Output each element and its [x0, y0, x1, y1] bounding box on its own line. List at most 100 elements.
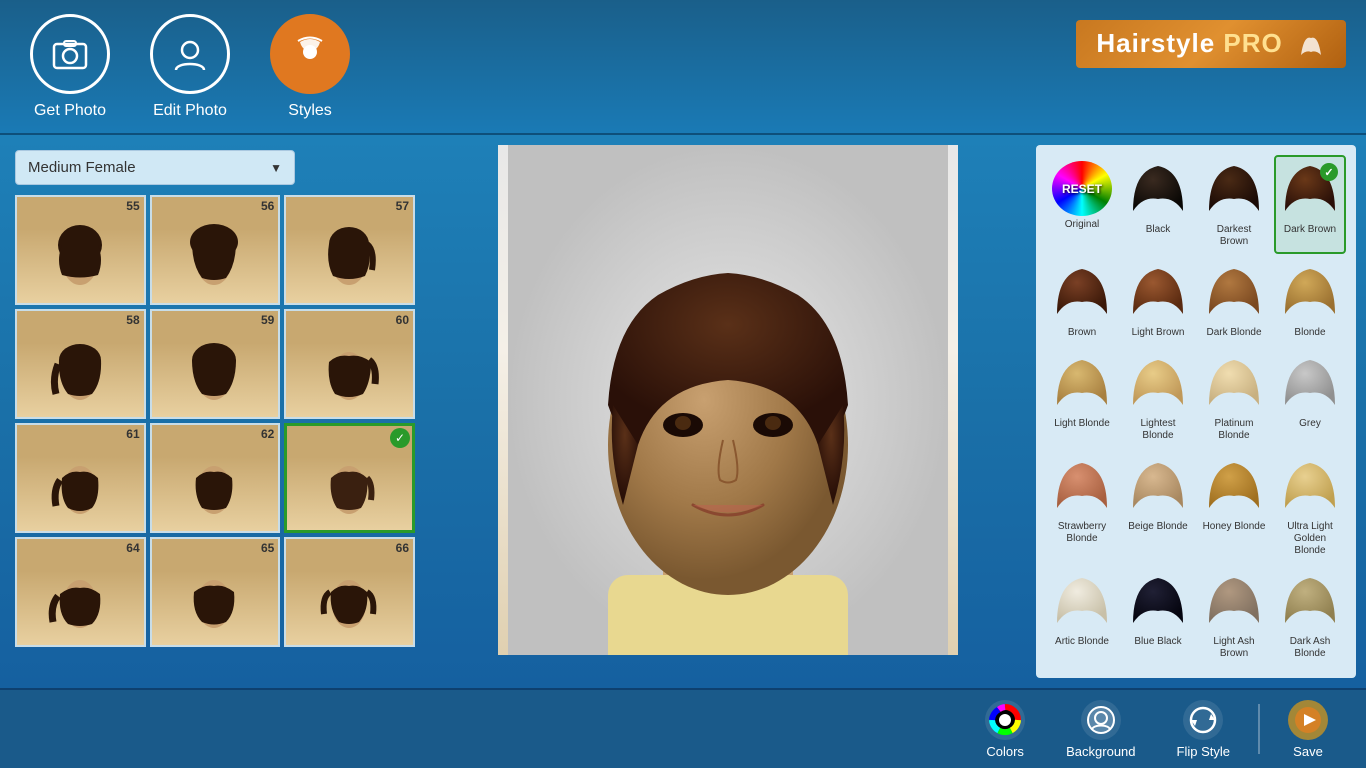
color-swatch-ultra-light-golden-blonde: [1280, 458, 1340, 513]
style-photo-56: [152, 197, 279, 303]
get-photo-icon: [30, 14, 110, 94]
style-item[interactable]: 57: [284, 195, 415, 305]
nav-styles-label: Styles: [288, 102, 332, 120]
color-label-original: Original: [1065, 219, 1099, 231]
header: Get Photo Edit Photo Styles Hairstyle PR…: [0, 0, 1366, 135]
color-item-blonde[interactable]: Blonde: [1274, 258, 1346, 345]
color-label-dark-blonde: Dark Blonde: [1206, 327, 1261, 339]
style-item[interactable]: 60: [284, 309, 415, 419]
style-photo-66: [286, 539, 413, 645]
color-label-black: Black: [1146, 224, 1170, 236]
color-swatch-lightest-blonde: [1128, 355, 1188, 410]
background-icon: [1081, 700, 1121, 740]
style-photo-61: [17, 425, 144, 531]
style-item[interactable]: 56: [150, 195, 281, 305]
styles-icon: [270, 14, 350, 94]
color-item-darkest-brown[interactable]: Darkest Brown: [1198, 155, 1270, 254]
style-item[interactable]: 66: [284, 537, 415, 647]
color-label-beige-blonde: Beige Blonde: [1128, 521, 1188, 533]
color-item-strawberry-blonde[interactable]: Strawberry Blonde: [1046, 452, 1118, 563]
color-label-light-ash-brown: Light Ash Brown: [1202, 636, 1266, 660]
nav-styles[interactable]: Styles: [270, 14, 350, 120]
color-label-light-brown: Light Brown: [1132, 327, 1185, 339]
colors-button-label: Colors: [986, 744, 1024, 759]
selected-check-icon: ✓: [390, 428, 410, 448]
color-item-light-ash-brown[interactable]: Light Ash Brown: [1198, 567, 1270, 666]
color-item-beige-blonde[interactable]: Beige Blonde: [1122, 452, 1194, 563]
face-preview-svg: [508, 145, 948, 655]
color-item-lightest-blonde[interactable]: Lightest Blonde: [1122, 349, 1194, 448]
chevron-down-icon: [270, 159, 282, 176]
color-label-strawberry-blonde: Strawberry Blonde: [1050, 521, 1114, 545]
color-item-light-brown[interactable]: Light Brown: [1122, 258, 1194, 345]
preview-image: [498, 145, 958, 655]
style-photo-55: [17, 197, 144, 303]
style-item[interactable]: 59: [150, 309, 281, 419]
style-item[interactable]: 65: [150, 537, 281, 647]
color-label-brown: Brown: [1068, 327, 1096, 339]
color-label-honey-blonde: Honey Blonde: [1203, 521, 1266, 533]
color-item-blue-black[interactable]: Blue Black: [1122, 567, 1194, 666]
app-title: Hairstyle PRO: [1076, 20, 1346, 68]
background-button[interactable]: Background: [1048, 692, 1153, 767]
styles-grid: 55 56: [15, 195, 415, 647]
color-item-artic-blonde[interactable]: Artic Blonde: [1046, 567, 1118, 666]
style-item[interactable]: 61: [15, 423, 146, 533]
color-label-grey: Grey: [1299, 418, 1321, 430]
styles-dropdown[interactable]: Medium Female: [15, 150, 295, 185]
color-item-dark-blonde[interactable]: Dark Blonde: [1198, 258, 1270, 345]
styles-dropdown-value: Medium Female: [28, 159, 136, 176]
color-swatch-dark-ash-blonde: [1280, 573, 1340, 628]
color-label-light-blonde: Light Blonde: [1054, 418, 1110, 430]
bottom-toolbar: Colors Background Flip Style: [0, 688, 1366, 768]
color-item-honey-blonde[interactable]: Honey Blonde: [1198, 452, 1270, 563]
color-label-ultra-light-golden-blonde: Ultra Light Golden Blonde: [1278, 521, 1342, 557]
colors-panel: RESET Original Black: [1036, 145, 1356, 678]
style-item[interactable]: 58: [15, 309, 146, 419]
color-label-platinum-blonde: Platinum Blonde: [1202, 418, 1266, 442]
color-swatch-black: [1128, 161, 1188, 216]
style-item[interactable]: 64: [15, 537, 146, 647]
color-label-dark-ash-blonde: Dark Ash Blonde: [1278, 636, 1342, 660]
color-item-light-blonde[interactable]: Light Blonde: [1046, 349, 1118, 448]
color-swatch-artic-blonde: [1052, 573, 1112, 628]
toolbar-divider: [1258, 704, 1260, 754]
color-swatch-beige-blonde: [1128, 458, 1188, 513]
color-grid: RESET Original Black: [1046, 155, 1346, 666]
color-swatch-light-brown: [1128, 264, 1188, 319]
color-swatch-blonde: [1280, 264, 1340, 319]
background-button-label: Background: [1066, 744, 1135, 759]
color-item-dark-brown[interactable]: ✓ Dark Brown: [1274, 155, 1346, 254]
flip-style-button[interactable]: Flip Style: [1159, 692, 1248, 767]
flip-style-icon: [1183, 700, 1223, 740]
style-photo-58: [17, 311, 144, 417]
save-icon: [1288, 700, 1328, 740]
color-item-grey[interactable]: Grey: [1274, 349, 1346, 448]
style-item-selected[interactable]: ✓: [284, 423, 415, 533]
color-item-original[interactable]: RESET Original: [1046, 155, 1118, 254]
colors-button[interactable]: Colors: [967, 692, 1043, 767]
nav-get-photo[interactable]: Get Photo: [30, 14, 110, 120]
color-label-darkest-brown: Darkest Brown: [1202, 224, 1266, 248]
main-content: Medium Female 55 56: [0, 135, 1366, 688]
style-item[interactable]: 55: [15, 195, 146, 305]
save-button-label: Save: [1293, 744, 1323, 759]
save-button[interactable]: Save: [1270, 692, 1346, 767]
edit-photo-icon: [150, 14, 230, 94]
color-swatch-light-ash-brown: [1204, 573, 1264, 628]
color-item-black[interactable]: Black: [1122, 155, 1194, 254]
style-photo-59: [152, 311, 279, 417]
nav-edit-photo[interactable]: Edit Photo: [150, 14, 230, 120]
preview-panel: [430, 135, 1026, 688]
style-item[interactable]: 62: [150, 423, 281, 533]
color-item-brown[interactable]: Brown: [1046, 258, 1118, 345]
color-item-ultra-light-golden-blonde[interactable]: Ultra Light Golden Blonde: [1274, 452, 1346, 563]
color-item-platinum-blonde[interactable]: Platinum Blonde: [1198, 349, 1270, 448]
style-photo-65: [152, 539, 279, 645]
color-item-dark-ash-blonde[interactable]: Dark Ash Blonde: [1274, 567, 1346, 666]
color-swatch-grey: [1280, 355, 1340, 410]
style-photo-60: [286, 311, 413, 417]
style-photo-64: [17, 539, 144, 645]
color-selected-check: ✓: [1320, 163, 1338, 181]
color-swatch-blue-black: [1128, 573, 1188, 628]
